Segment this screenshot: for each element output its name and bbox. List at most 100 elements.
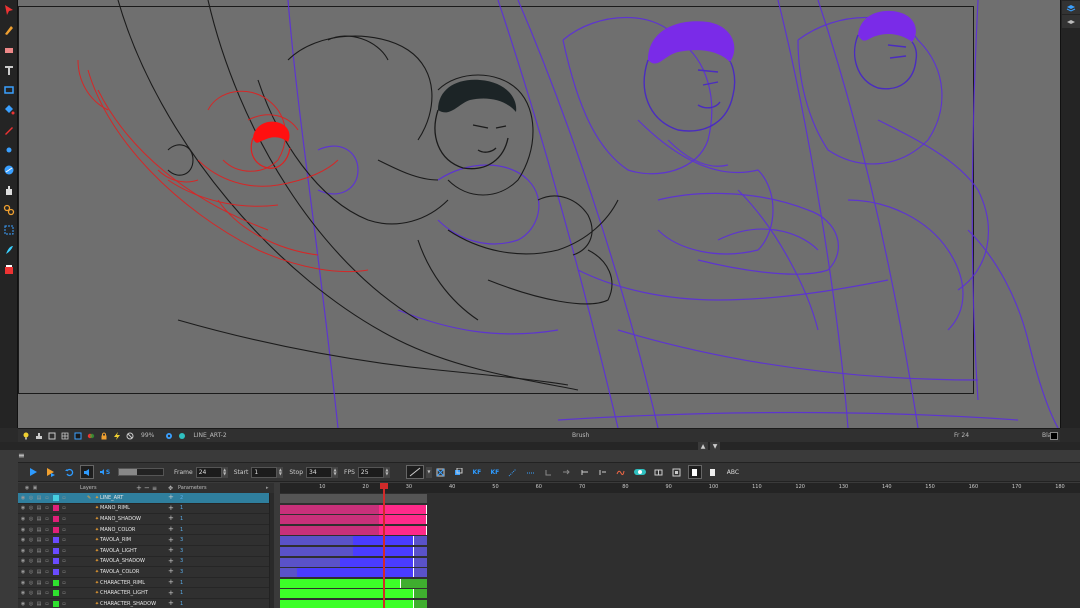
layer-expand-icon[interactable]: + bbox=[168, 568, 174, 575]
sound-icon[interactable] bbox=[80, 465, 94, 479]
layer-expand-icon[interactable]: + bbox=[168, 494, 174, 501]
paper-alt-icon[interactable] bbox=[706, 465, 720, 479]
timeline-menu-icon[interactable]: ≡ bbox=[18, 452, 28, 460]
remove-keyframe-button[interactable]: KF bbox=[488, 465, 502, 479]
collapse-down-icon[interactable]: ▼ bbox=[710, 442, 720, 450]
paper-icon[interactable] bbox=[687, 465, 702, 479]
layer-color-swatch[interactable] bbox=[53, 600, 59, 607]
current-color-swatch[interactable] bbox=[1050, 432, 1058, 440]
sound-scrub-button[interactable]: S bbox=[98, 465, 112, 479]
lock-toggle-icon[interactable]: ▤ bbox=[36, 505, 42, 511]
safe-area-icon[interactable] bbox=[47, 431, 57, 441]
fps-input[interactable]: 25 bbox=[357, 466, 384, 478]
timeline-track[interactable] bbox=[280, 504, 1080, 515]
layer-color-swatch[interactable] bbox=[53, 558, 59, 565]
hand-icon[interactable] bbox=[1, 182, 17, 198]
panel-divider[interactable]: ▲ ▼ bbox=[0, 442, 1080, 450]
layer-name[interactable]: TAVOLA_RIM bbox=[100, 537, 131, 543]
loop-icon[interactable] bbox=[62, 465, 76, 479]
visibility-toggle-icon[interactable]: ◉ bbox=[20, 558, 26, 564]
add-layer-icon[interactable]: + bbox=[136, 484, 142, 492]
abc-button[interactable]: ABC bbox=[724, 465, 742, 479]
enable-toggle-icon[interactable]: ◎ bbox=[28, 527, 34, 533]
drawing-viewport[interactable] bbox=[18, 0, 1060, 428]
timeline-track[interactable] bbox=[280, 557, 1080, 568]
enable-toggle-icon[interactable]: ◎ bbox=[28, 590, 34, 596]
lock-toggle-icon[interactable]: ▤ bbox=[36, 601, 42, 607]
layer-options-icon[interactable]: ▫ bbox=[61, 537, 67, 543]
layer-color-swatch[interactable] bbox=[53, 568, 59, 575]
layer-icon[interactable] bbox=[1062, 1, 1080, 14]
visibility-toggle-icon[interactable]: ◉ bbox=[20, 516, 26, 522]
layer-row[interactable]: ◉ ◎ ▤ ▫ ▫ ✦ TAVOLA_LIGHT +3 bbox=[18, 546, 274, 557]
drawing-gear-icon[interactable] bbox=[164, 431, 174, 441]
enable-toggle-icon[interactable]: ◎ bbox=[28, 537, 34, 543]
text-icon[interactable] bbox=[1, 62, 17, 78]
timeline-track[interactable] bbox=[280, 546, 1080, 557]
visibility-toggle-icon[interactable]: ◉ bbox=[20, 495, 26, 501]
timeline-track[interactable] bbox=[280, 525, 1080, 536]
stamp-icon[interactable] bbox=[34, 431, 44, 441]
paint-bucket-icon[interactable] bbox=[1, 102, 17, 118]
layers-scroll-up-icon[interactable]: ▸ bbox=[266, 485, 269, 491]
frame-ruler[interactable]: 10 20 30 40 50 60 70 80 90 100 110 120 130 140 150 160 1… bbox=[280, 483, 1080, 493]
lightbulb-icon[interactable] bbox=[21, 431, 31, 441]
visibility-toggle-icon[interactable]: ◉ bbox=[20, 548, 26, 554]
camera-icon[interactable] bbox=[1062, 15, 1080, 28]
layer-row[interactable]: ◉ ◎ ▤ ▫ ▫ ✦ CHARACTER_RIML +1 bbox=[18, 578, 274, 589]
layer-lock-icon[interactable]: ▫ bbox=[44, 527, 50, 533]
layer-name[interactable]: MANO_RIML bbox=[100, 505, 130, 511]
line-tool-dropdown[interactable]: ▼ bbox=[425, 466, 432, 478]
selected-exposure-block[interactable] bbox=[280, 600, 415, 608]
lock-toggle-icon[interactable]: ▤ bbox=[36, 569, 42, 575]
duplicate-drawing-icon[interactable] bbox=[452, 465, 466, 479]
pivot-icon[interactable] bbox=[1, 142, 17, 158]
selected-exposure-block[interactable] bbox=[340, 557, 415, 567]
no-entry-icon[interactable] bbox=[125, 431, 135, 441]
start-input[interactable]: 1 bbox=[251, 466, 278, 478]
layer-options-icon[interactable]: ▫ bbox=[61, 548, 67, 554]
lock-icon[interactable] bbox=[99, 431, 109, 441]
layer-color-swatch[interactable] bbox=[53, 505, 59, 512]
add-peg-icon[interactable]: ✥ bbox=[168, 485, 173, 492]
onion-skin-icon[interactable] bbox=[86, 431, 96, 441]
layer-expand-icon[interactable]: + bbox=[168, 504, 174, 512]
layer-expand-icon[interactable]: + bbox=[168, 526, 174, 533]
layer-lock-icon[interactable]: ▫ bbox=[44, 580, 50, 586]
selection-mode-icon[interactable] bbox=[670, 465, 684, 479]
cutter-icon[interactable] bbox=[1, 262, 17, 278]
layer-lock-icon[interactable]: ▫ bbox=[44, 537, 50, 543]
layer-expand-icon[interactable]: + bbox=[168, 515, 174, 522]
timeline-track[interactable] bbox=[280, 578, 1080, 589]
layer-name[interactable]: TAVOLA_LIGHT bbox=[100, 548, 137, 554]
layer-name[interactable]: CHARACTER_SHADOW bbox=[100, 601, 156, 607]
visibility-toggle-icon[interactable]: ◉ bbox=[20, 590, 26, 596]
selected-exposure-block[interactable] bbox=[379, 504, 427, 514]
layer-options-icon[interactable]: ▫ bbox=[61, 505, 67, 511]
timeline-track[interactable] bbox=[280, 599, 1080, 608]
visibility-toggle-icon[interactable]: ◉ bbox=[20, 537, 26, 543]
timeline-track[interactable] bbox=[280, 493, 1080, 504]
transform-icon[interactable] bbox=[1, 202, 17, 218]
exposure-block[interactable] bbox=[280, 494, 428, 503]
enable-toggle-icon[interactable]: ◎ bbox=[28, 580, 34, 586]
layer-options-icon[interactable]: ▫ bbox=[61, 580, 67, 586]
lock-toggle-icon[interactable]: ▤ bbox=[36, 548, 42, 554]
dropper-icon[interactable] bbox=[1, 122, 17, 138]
select-icon[interactable] bbox=[1, 2, 17, 18]
cell-icon[interactable] bbox=[542, 465, 556, 479]
selected-exposure-block[interactable] bbox=[280, 589, 415, 599]
selected-exposure-block[interactable] bbox=[379, 515, 427, 525]
layer-row[interactable]: ◉ ◎ ▤ ▫ ▫ ✦ CHARACTER_LIGHT +1 bbox=[18, 588, 274, 599]
layer-lock-icon[interactable]: ▫ bbox=[44, 590, 50, 596]
pen-icon[interactable] bbox=[1, 242, 17, 258]
lock-toggle-icon[interactable]: ▤ bbox=[36, 590, 42, 596]
rectangle-icon[interactable] bbox=[1, 82, 17, 98]
layer-color-swatch[interactable] bbox=[53, 515, 59, 522]
visibility-toggle-icon[interactable]: ◉ bbox=[20, 580, 26, 586]
layer-color-swatch[interactable] bbox=[53, 537, 59, 544]
selected-exposure-block[interactable] bbox=[297, 568, 415, 578]
layer-expand-icon[interactable]: + bbox=[168, 536, 174, 544]
layer-lock-icon[interactable]: ▫ bbox=[44, 601, 50, 607]
timeline-track[interactable] bbox=[280, 567, 1080, 578]
